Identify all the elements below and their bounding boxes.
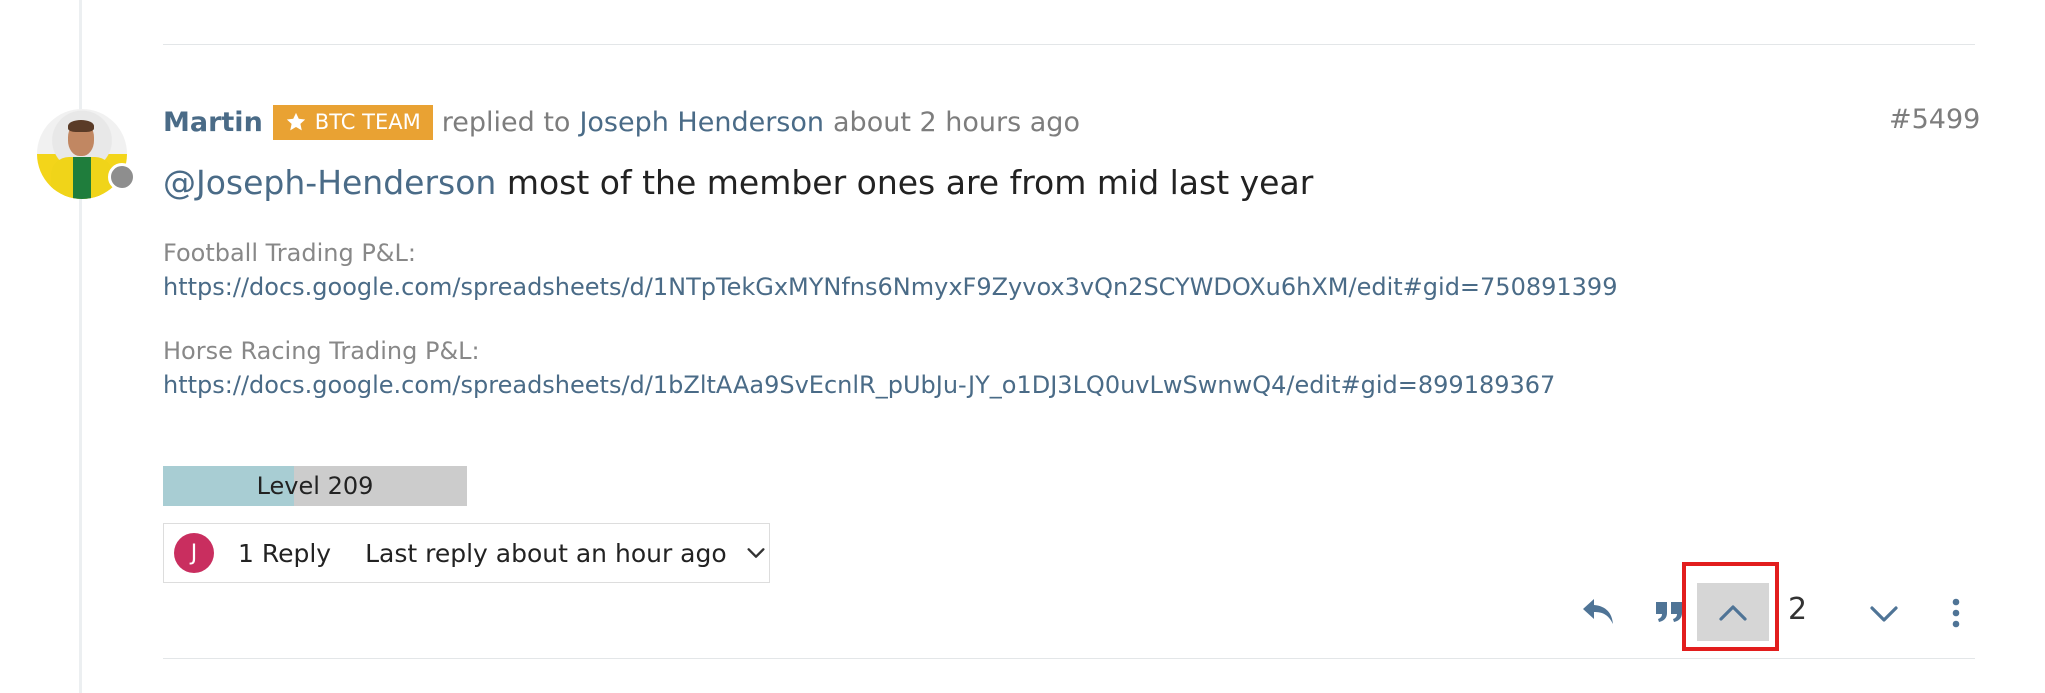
replies-toggle[interactable]: J 1 Reply Last reply about an hour ago [163, 523, 770, 583]
timeline-line [79, 0, 82, 693]
vote-count: 2 [1788, 592, 1808, 627]
post-menu-button[interactable] [1946, 596, 1966, 630]
level-progress-bar: Level 209 [163, 466, 467, 506]
post-header: Martin BTC TEAM replied to Joseph Hender… [163, 104, 1080, 140]
reply-user-avatar: J [174, 533, 214, 573]
post-timestamp[interactable]: about 2 hours ago [833, 107, 1080, 138]
status-offline-indicator [108, 163, 136, 191]
post-index-link[interactable]: #5499 [1889, 104, 1980, 135]
mention-link[interactable]: @Joseph-Henderson [163, 163, 496, 202]
quote-icon [1656, 602, 1682, 622]
post-divider-bottom [163, 658, 1975, 659]
football-link[interactable]: https://docs.google.com/spreadsheets/d/1… [163, 270, 1963, 304]
reply-button[interactable] [1577, 594, 1619, 630]
post-content: @Joseph-Henderson most of the member one… [163, 158, 1963, 402]
replied-to-user-link[interactable]: Joseph Henderson [579, 107, 824, 138]
upvote-highlight-box [1682, 562, 1779, 651]
replied-to-label: replied to [441, 106, 571, 138]
horse-racing-label: Horse Racing Trading P&L: [163, 337, 480, 365]
chevron-down-icon [1870, 606, 1898, 622]
avatar-hair [68, 120, 94, 132]
chevron-down-icon [747, 548, 765, 558]
post-body-text: most of the member ones are from mid las… [506, 163, 1314, 202]
more-vertical-icon [1952, 598, 1960, 628]
group-badge[interactable]: BTC TEAM [272, 104, 433, 140]
football-label: Football Trading P&L: [163, 239, 416, 267]
downvote-button[interactable] [1866, 601, 1902, 627]
avatar-shirt-stripe [73, 157, 91, 199]
post-body-line: @Joseph-Henderson most of the member one… [163, 158, 1963, 208]
author-name[interactable]: Martin [163, 107, 263, 138]
reply-icon [1583, 599, 1613, 624]
last-reply-text: Last reply about an hour ago [365, 538, 727, 568]
reply-count: 1 Reply [238, 538, 332, 568]
badge-label: BTC TEAM [314, 110, 421, 134]
post-divider-top [163, 44, 1975, 45]
star-icon [286, 112, 305, 131]
horse-racing-link[interactable]: https://docs.google.com/spreadsheets/d/1… [163, 368, 1963, 402]
level-label: Level 209 [256, 472, 374, 500]
